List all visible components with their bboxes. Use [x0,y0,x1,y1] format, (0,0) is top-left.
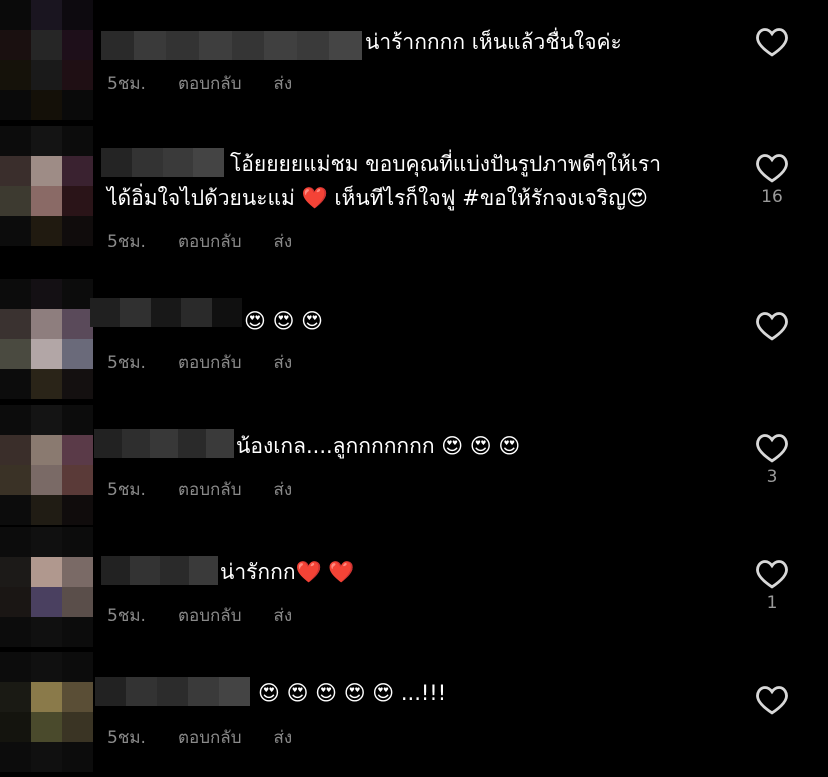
reply-button[interactable]: ตอบกลับ [178,602,242,629]
like-control: 16 [754,152,790,207]
heart-outline-icon[interactable] [755,26,789,57]
like-control: 1 [754,558,790,613]
like-control [754,684,790,715]
comment-text: ได้อิ่มใจไปด้วยนะแม่ ❤️ เห็นทีไรก็ใจฟู #… [107,186,648,210]
avatar[interactable] [0,279,93,399]
send-button[interactable]: ส่ง [274,70,293,97]
timestamp: 5ชม. [107,606,146,626]
comment-text: น่าร้ากกกก เห็นแล้วชื่นใจค่ะ [365,30,622,54]
username-blurred[interactable] [94,429,234,458]
avatar[interactable] [0,0,93,120]
like-control: 3 [754,432,790,487]
like-control [754,310,790,341]
avatar[interactable] [0,405,93,525]
like-control [754,26,790,57]
send-button[interactable]: ส่ง [274,349,293,376]
heart-outline-icon[interactable] [755,310,789,341]
comment-meta: 5ชม. ตอบกลับ ส่ง [107,602,292,629]
username-blurred[interactable] [95,677,250,706]
comment-meta: 5ชม. ตอบกลับ ส่ง [107,476,292,503]
heart-outline-icon[interactable] [755,684,789,715]
reply-button[interactable]: ตอบกลับ [178,228,242,255]
username-blurred[interactable] [101,148,224,177]
like-count: 1 [766,593,778,613]
timestamp: 5ชม. [107,74,146,94]
timestamp: 5ชม. [107,232,146,252]
reply-button[interactable]: ตอบกลับ [178,70,242,97]
timestamp: 5ชม. [107,353,146,373]
heart-outline-icon[interactable] [755,432,789,463]
send-button[interactable]: ส่ง [274,602,293,629]
timestamp: 5ชม. [107,728,146,748]
reply-button[interactable]: ตอบกลับ [178,349,242,376]
send-button[interactable]: ส่ง [274,228,293,255]
comment-text: 😍 😍 😍 [244,309,324,333]
comment-text: น่ารักกก❤️ ❤️ [220,560,355,584]
timestamp: 5ชม. [107,480,146,500]
like-count: 3 [766,467,778,487]
heart-outline-icon[interactable] [755,558,789,589]
comment-meta: 5ชม. ตอบกลับ ส่ง [107,349,292,376]
comment-meta: 5ชม. ตอบกลับ ส่ง [107,724,292,751]
comment-text: โอ้ยยยยแม่ชม ขอบคุณที่แบ่งปันรูปภาพดีๆให… [230,152,662,176]
username-blurred[interactable] [90,298,243,327]
comment-meta: 5ชม. ตอบกลับ ส่ง [107,228,292,255]
heart-outline-icon[interactable] [755,152,789,183]
like-count: 16 [761,187,783,207]
reply-button[interactable]: ตอบกลับ [178,476,242,503]
username-blurred[interactable] [101,31,362,60]
username-blurred[interactable] [101,556,218,585]
comment-text: 😍 😍 😍 😍 😍 ...!!! [258,681,447,705]
comment-text: น้องเกล....ลูกกกกกกก 😍 😍 😍 [236,434,521,458]
send-button[interactable]: ส่ง [274,724,293,751]
reply-button[interactable]: ตอบกลับ [178,724,242,751]
avatar[interactable] [0,126,93,246]
avatar[interactable] [0,527,93,647]
avatar[interactable] [0,652,93,772]
comment-meta: 5ชม. ตอบกลับ ส่ง [107,70,292,97]
send-button[interactable]: ส่ง [274,476,293,503]
